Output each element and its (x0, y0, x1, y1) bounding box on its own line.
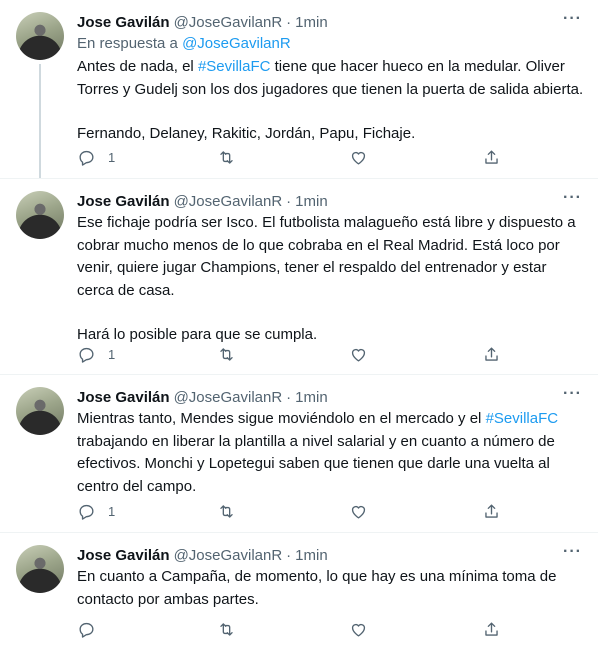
reply-icon (79, 347, 94, 363)
share-icon (485, 347, 498, 361)
reply-count: 1 (108, 347, 116, 362)
author-handle[interactable]: @JoseGavilanR (174, 389, 283, 406)
tweet-1[interactable]: Jose Gavilán @JoseGavilanR · 1min ··· En… (0, 0, 598, 178)
tweet-header: Jose Gavilán @JoseGavilanR · 1min (77, 545, 328, 565)
author-handle[interactable]: @JoseGavilanR (174, 547, 283, 564)
more-icon[interactable]: ··· (563, 543, 582, 561)
tweet-actions: 1 (77, 502, 537, 522)
reply-to-prefix: En respuesta a (77, 35, 183, 52)
reply-icon (79, 150, 94, 166)
share-icon (485, 504, 498, 518)
like-button[interactable] (349, 502, 368, 521)
avatar[interactable] (16, 12, 64, 60)
author-name[interactable]: Jose Gavilán (77, 193, 170, 210)
like-icon (351, 505, 366, 519)
reply-button[interactable]: 1 (77, 502, 115, 521)
avatar[interactable] (16, 387, 64, 435)
reply-to: En respuesta a @JoseGavilanR (77, 35, 291, 52)
reply-count: 1 (108, 504, 116, 519)
author-handle[interactable]: @JoseGavilanR (174, 14, 283, 31)
tweet-header: Jose Gavilán @JoseGavilanR · 1min (77, 387, 328, 407)
share-icon (485, 150, 498, 164)
hashtag-link[interactable]: #SevillaFC (486, 410, 559, 427)
separator: · (286, 546, 292, 564)
retweet-icon (220, 151, 233, 164)
more-icon[interactable]: ··· (563, 10, 582, 28)
reply-count: 1 (108, 150, 116, 165)
like-icon (351, 348, 366, 362)
reply-button[interactable]: 1 (77, 148, 115, 167)
tweet-actions: 1 (77, 148, 537, 168)
tweet-2[interactable]: Jose Gavilán @JoseGavilanR · 1min ··· Es… (0, 179, 598, 374)
text-segment: Mientras tanto, Mendes sigue moviéndolo … (77, 410, 486, 427)
like-button[interactable] (349, 345, 368, 364)
tweet-3[interactable]: Jose Gavilán @JoseGavilanR · 1min ··· Mi… (0, 375, 598, 532)
retweet-icon (220, 505, 233, 518)
share-button[interactable] (482, 345, 501, 364)
author-name[interactable]: Jose Gavilán (77, 14, 170, 31)
reply-to-handle[interactable]: @JoseGavilanR (182, 35, 291, 52)
share-button[interactable] (482, 502, 501, 521)
reply-icon (79, 504, 94, 520)
tweet-time[interactable]: 1min (295, 193, 328, 210)
text-paragraph: En cuanto a Campaña, de momento, lo que … (77, 568, 561, 608)
reply-icon (79, 622, 94, 638)
tweet-text: Antes de nada, el #SevillaFC tiene que h… (77, 56, 587, 146)
tweet-time[interactable]: 1min (295, 389, 328, 406)
separator: · (286, 388, 292, 406)
like-icon (351, 623, 366, 637)
tweet-header: Jose Gavilán @JoseGavilanR · 1min (77, 12, 328, 32)
tweet-time[interactable]: 1min (295, 14, 328, 31)
retweet-icon (220, 623, 233, 636)
like-button[interactable] (349, 148, 368, 167)
separator: · (286, 13, 292, 31)
text-paragraph: Hará lo posible para que se cumpla. (77, 326, 318, 343)
tweet-4[interactable]: Jose Gavilán @JoseGavilanR · 1min ··· En… (0, 533, 598, 648)
retweet-icon (220, 348, 233, 361)
retweet-button[interactable] (217, 620, 236, 639)
like-icon (351, 151, 366, 165)
reply-button[interactable]: 1 (77, 345, 115, 364)
tweet-actions (77, 620, 537, 640)
tweet-text: Mientras tanto, Mendes sigue moviéndolo … (77, 408, 587, 498)
like-button[interactable] (349, 620, 368, 639)
share-button[interactable] (482, 620, 501, 639)
avatar[interactable] (16, 191, 64, 239)
tweet-time[interactable]: 1min (295, 547, 328, 564)
avatar[interactable] (16, 545, 64, 593)
tweet-text: En cuanto a Campaña, de momento, lo que … (77, 566, 587, 611)
tweet-actions: 1 (77, 345, 537, 365)
retweet-button[interactable] (217, 148, 236, 167)
more-icon[interactable]: ··· (563, 189, 582, 207)
text-paragraph: Ese fichaje podría ser Isco. El futbolis… (77, 214, 580, 299)
thread-line (39, 64, 41, 178)
author-name[interactable]: Jose Gavilán (77, 547, 170, 564)
author-handle[interactable]: @JoseGavilanR (174, 193, 283, 210)
share-icon (485, 622, 498, 636)
text-paragraph: Fernando, Delaney, Rakitic, Jordán, Papu… (77, 125, 416, 142)
text-segment: Antes de nada, el (77, 58, 198, 75)
more-icon[interactable]: ··· (563, 385, 582, 403)
share-button[interactable] (482, 148, 501, 167)
retweet-button[interactable] (217, 502, 236, 521)
hashtag-link[interactable]: #SevillaFC (198, 58, 271, 75)
retweet-button[interactable] (217, 345, 236, 364)
separator: · (286, 192, 292, 210)
tweet-header: Jose Gavilán @JoseGavilanR · 1min (77, 191, 328, 211)
reply-button[interactable] (77, 620, 108, 639)
author-name[interactable]: Jose Gavilán (77, 389, 170, 406)
tweet-text: Ese fichaje podría ser Isco. El futbolis… (77, 212, 587, 347)
